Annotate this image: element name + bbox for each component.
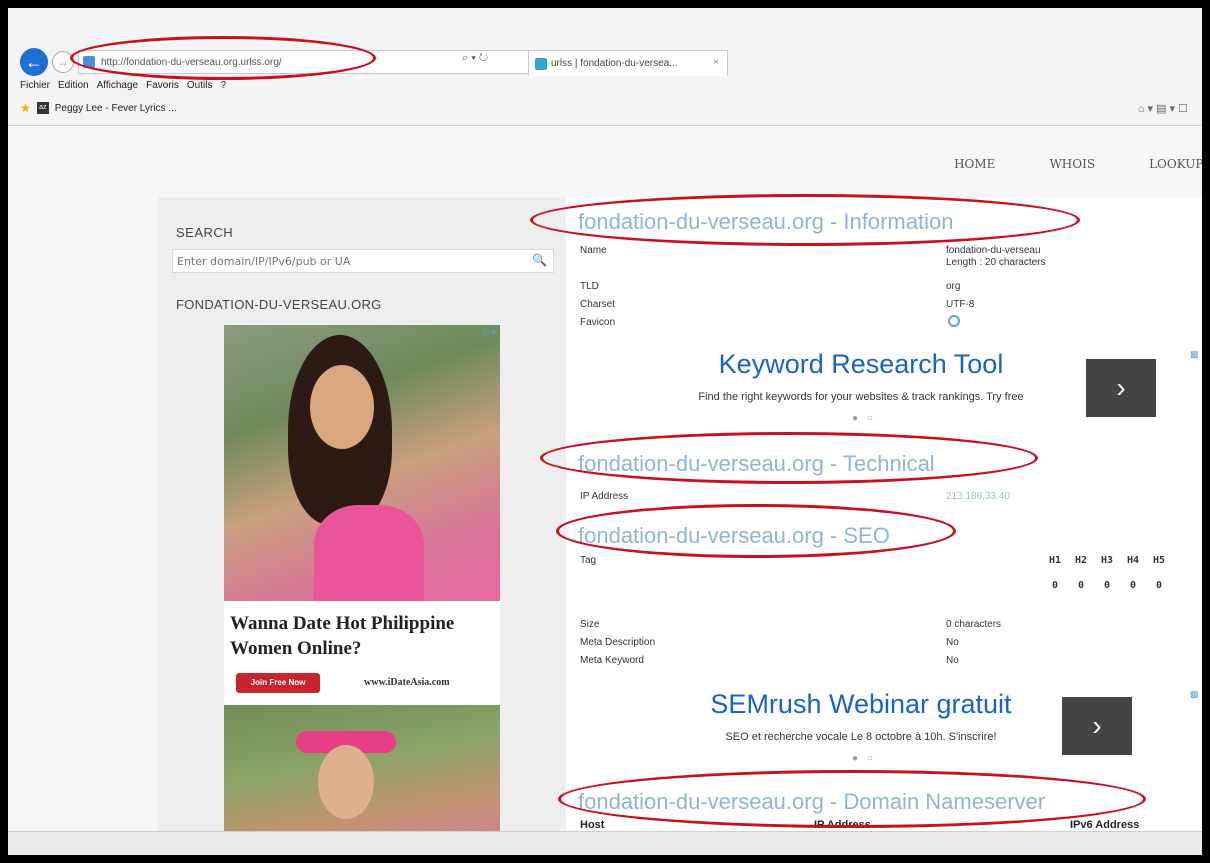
browser-tab[interactable]: urlss | fondation-du-versea... ×: [528, 50, 728, 76]
heading-h4-label: H4: [1126, 555, 1140, 566]
info-tld-label: TLD: [580, 281, 599, 292]
heading-h4-count: 0: [1129, 580, 1137, 591]
menu-help[interactable]: ?: [220, 80, 226, 94]
ip-address-value[interactable]: 213.186.33.40: [946, 491, 1010, 502]
info-length-value: Length : 20 characters: [946, 257, 1046, 268]
nav-lookup[interactable]: LOOKUP I: [1149, 157, 1202, 171]
top-navigation: HOME WHOIS LOOKUP I: [954, 157, 1202, 171]
menu-edition[interactable]: Edition: [58, 80, 89, 94]
favorites-bar: ★ az Peggy Lee - Fever Lyrics ...: [20, 100, 177, 116]
seo-meta-keyword-value: No: [946, 655, 959, 666]
info-tld-value: org: [946, 281, 961, 292]
main-content: fondation-du-verseau.org - Information N…: [566, 197, 1202, 855]
information-title: fondation-du-verseau.org - Information: [578, 209, 954, 234]
toolbar-home-print-icons[interactable]: ⌂ ▾ ▤ ▾ ☐: [1138, 102, 1188, 115]
seo-size-label: Size: [580, 619, 600, 630]
favorite-link[interactable]: Peggy Lee - Fever Lyrics ...: [55, 103, 177, 114]
ad-photo-face: [310, 365, 374, 449]
heading-count-grid: H1 H2 H3 H4 H5 0 0 0 0 0: [1042, 555, 1172, 591]
browser-status-bar: [8, 831, 1202, 855]
dating-ad[interactable]: ▷✕ Wanna Date Hot Philippine Women Onlin…: [224, 325, 500, 855]
browser-chrome: ← → http://fondation-du-verseau.org.urls…: [8, 8, 1202, 126]
screenshot-frame: ← → http://fondation-du-verseau.org.urls…: [8, 8, 1202, 855]
search-input[interactable]: [173, 250, 523, 272]
banner1-subtitle: Find the right keywords for your website…: [698, 391, 1024, 403]
heading-h1-label: H1: [1048, 555, 1062, 566]
ad-join-button[interactable]: Join Free Now: [236, 673, 320, 693]
seo-meta-description-value: No: [946, 637, 959, 648]
banner1-arrow-button[interactable]: ›: [1086, 359, 1156, 417]
banner1-adinfo-icon[interactable]: ▩: [1190, 349, 1199, 360]
seo-meta-description-label: Meta Description: [580, 637, 656, 648]
seo-size-value: 0 characters: [946, 619, 1002, 630]
seo-tag-label: Tag: [580, 555, 597, 566]
nameserver-title: fondation-du-verseau.org - Domain Namese…: [578, 789, 1046, 814]
ad-headline[interactable]: Wanna Date Hot Philippine Women Online?: [230, 611, 500, 661]
ns-ip-header: IP Address: [814, 819, 871, 831]
ns-ipv6-header: IPv6 Address: [1070, 819, 1140, 831]
ns-host-header: Host: [580, 819, 605, 831]
menu-affichage[interactable]: Affichage: [97, 80, 139, 94]
forward-arrow-icon: →: [57, 55, 69, 69]
address-text: http://fondation-du-verseau.org.urlss.or…: [101, 57, 282, 68]
favorites-star-icon[interactable]: ★: [20, 101, 31, 115]
info-charset-label: Charset: [580, 299, 616, 310]
domain-heading: FONDATION-DU-VERSEAU.ORG: [176, 297, 382, 312]
search-icon[interactable]: 🔍: [532, 253, 547, 267]
nav-whois[interactable]: WHOIS: [1049, 157, 1095, 171]
banner2-dots: ● ○: [852, 753, 876, 764]
menu-outils[interactable]: Outils: [187, 80, 213, 94]
ad-photo-dress: [314, 505, 424, 601]
menu-fichier[interactable]: Fichier: [20, 80, 50, 94]
menu-bar: Fichier Edition Affichage Favoris Outils…: [20, 80, 226, 94]
banner1-title[interactable]: Keyword Research Tool: [626, 349, 1096, 380]
search-heading: SEARCH: [176, 225, 234, 240]
menu-favoris[interactable]: Favoris: [146, 80, 179, 94]
back-button[interactable]: ←: [20, 48, 48, 76]
sidebar: SEARCH 🔍 FONDATION-DU-VERSEAU.ORG ▷✕ Wan…: [158, 197, 566, 855]
adchoices-icon[interactable]: ▷✕: [484, 327, 498, 338]
ip-address-label: IP Address: [580, 491, 629, 502]
info-charset-value: UTF-8: [946, 299, 975, 310]
heading-h1-count: 0: [1051, 580, 1059, 591]
heading-h2-label: H2: [1074, 555, 1088, 566]
search-box: 🔍: [172, 249, 554, 273]
keyword-tool-banner[interactable]: Keyword Research Tool Find the right key…: [626, 349, 1166, 431]
tab-favicon-icon: [535, 58, 547, 70]
ad-photo-face-2: [318, 745, 374, 819]
web-page: HOME WHOIS LOOKUP I SEARCH 🔍 FONDATION-D…: [8, 127, 1202, 855]
banner2-title[interactable]: SEMrush Webinar gratuit: [626, 689, 1096, 720]
site-favicon-icon: [83, 56, 95, 68]
banner1-dots: ● ○: [852, 413, 876, 424]
technical-title: fondation-du-verseau.org - Technical: [578, 451, 935, 476]
nav-home[interactable]: HOME: [954, 157, 995, 171]
info-name-value: fondation-du-verseau: [946, 245, 1041, 256]
heading-h5-label: H5: [1152, 555, 1166, 566]
tab-title: urlss | fondation-du-versea...: [551, 58, 678, 69]
forward-button[interactable]: →: [52, 51, 74, 73]
address-search-refresh-icons[interactable]: ⌕ ▾ ↻: [462, 52, 488, 65]
heading-h3-count: 0: [1103, 580, 1111, 591]
tab-close-icon[interactable]: ×: [713, 57, 719, 68]
favorite-site-icon: az: [36, 102, 49, 114]
heading-h2-count: 0: [1077, 580, 1085, 591]
banner2-arrow-button[interactable]: ›: [1062, 697, 1132, 755]
info-favicon-label: Favicon: [580, 317, 616, 328]
banner2-subtitle: SEO et recherche vocale Le 8 octobre à 1…: [725, 731, 997, 743]
back-arrow-icon: ←: [25, 52, 43, 72]
ad-photo-woman-pink-dress[interactable]: [224, 325, 500, 601]
seo-title: fondation-du-verseau.org - SEO: [578, 523, 890, 548]
banner2-adinfo-icon[interactable]: ▩: [1190, 689, 1199, 700]
info-name-label: Name: [580, 245, 607, 256]
seo-meta-keyword-label: Meta Keyword: [580, 655, 644, 666]
heading-h3-label: H3: [1100, 555, 1114, 566]
ad-brand[interactable]: www.iDateAsia.com: [364, 677, 450, 688]
favicon-icon: [948, 315, 960, 327]
heading-h5-count: 0: [1155, 580, 1163, 591]
